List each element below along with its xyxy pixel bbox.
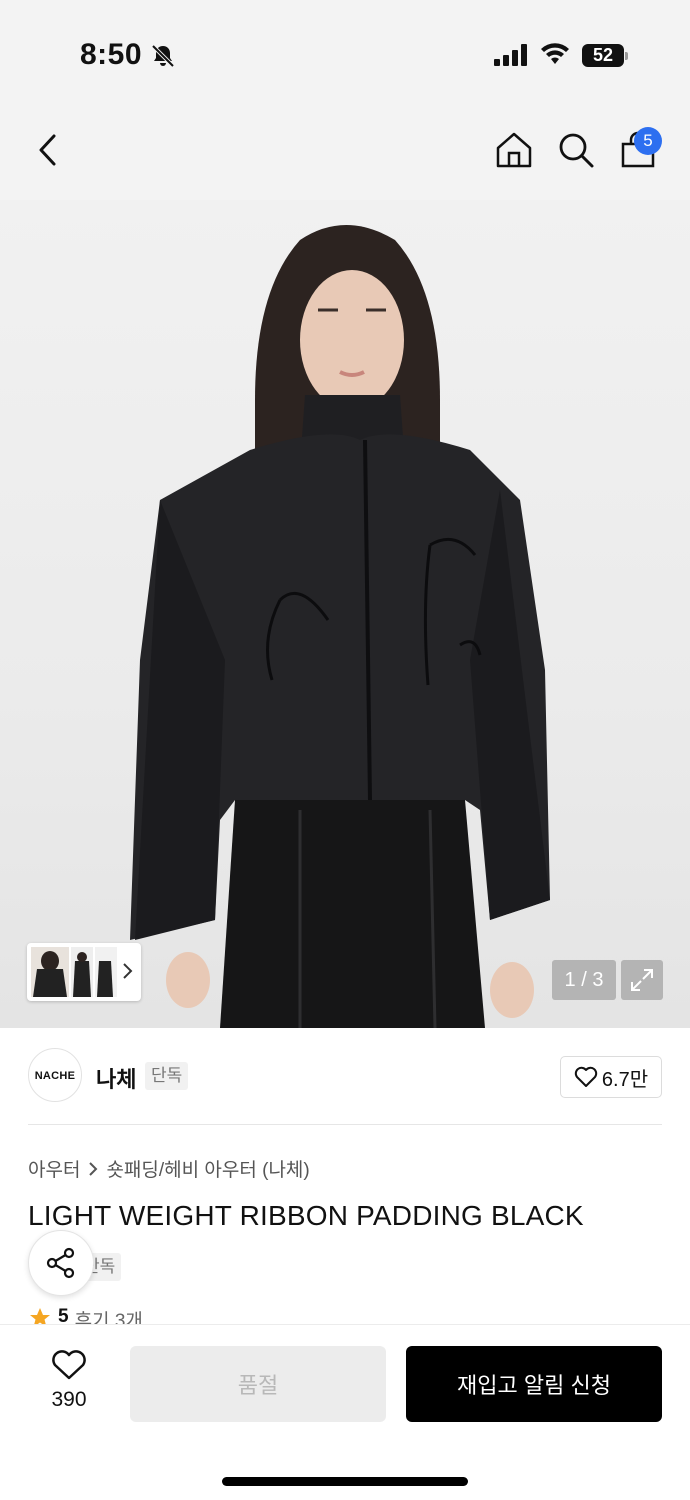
bell-off-icon [151,44,175,68]
product-title: LIGHT WEIGHT RIBBON PADDING BLACK [28,1200,584,1231]
brand-logo[interactable]: NACHE [28,1048,82,1102]
chevron-right-icon [89,1161,98,1176]
heart-icon [574,1066,598,1087]
brand-row: NACHE 나체 단독 6.7만 [28,1048,662,1104]
thumbnail-strip[interactable] [27,943,141,1001]
home-indicator[interactable] [222,1477,468,1486]
status-bar: 8:50 52 [0,0,690,100]
brand-like-count: 6.7만 [601,1068,649,1091]
battery-indicator: 52 [582,44,628,67]
thumbnail-image [31,947,117,997]
signal-icon [494,44,527,66]
breadcrumb-category[interactable]: 아우터 [28,1155,80,1182]
star-icon [30,1308,50,1326]
share-button[interactable] [28,1230,94,1296]
breadcrumb: 아우터 숏패딩/헤비 아우터 (나체) [28,1155,310,1182]
restock-alert-button[interactable]: 재입고 알림 신청 [406,1346,662,1422]
top-nav [0,100,690,200]
battery-tip [625,52,628,60]
heart-icon [52,1350,86,1380]
search-icon [559,133,594,168]
image-page-counter: 1 / 3 [552,960,616,1000]
brand-like-button[interactable]: 6.7만 [560,1056,662,1098]
divider [28,1124,662,1125]
battery-level: 52 [582,44,624,67]
rating-score: 5 [58,1306,69,1326]
rating-row[interactable]: 5 후기 3개 [28,1306,143,1326]
search-button[interactable] [554,128,598,172]
review-count: 후기 3개 [74,1311,143,1326]
back-button[interactable] [26,128,70,172]
brand-name[interactable]: 나체 [96,1062,136,1094]
product-image-gallery[interactable]: 1 / 3 [0,200,690,1028]
share-icon [46,1247,75,1279]
wishlist-button[interactable]: 390 [34,1349,104,1412]
brand-exclusive-badge: 단독 [145,1062,189,1090]
home-button[interactable] [492,128,536,172]
status-time: 8:50 [80,38,143,71]
cart-count-badge: 5 [634,127,662,155]
home-icon [496,132,532,168]
chevron-right-icon [123,963,133,979]
wifi-icon [541,43,569,64]
breadcrumb-subcategory[interactable]: 숏패딩/헤비 아우터 (나체) [106,1155,309,1182]
expand-icon [631,969,653,991]
wishlist-count: 390 [51,1388,87,1411]
sold-out-button: 품절 [130,1346,386,1422]
product-photo [130,225,550,1028]
bottom-action-bar: 390 품절 재입고 알림 신청 [0,1324,690,1500]
chevron-left-icon [39,134,56,166]
expand-image-button[interactable] [621,960,663,1000]
